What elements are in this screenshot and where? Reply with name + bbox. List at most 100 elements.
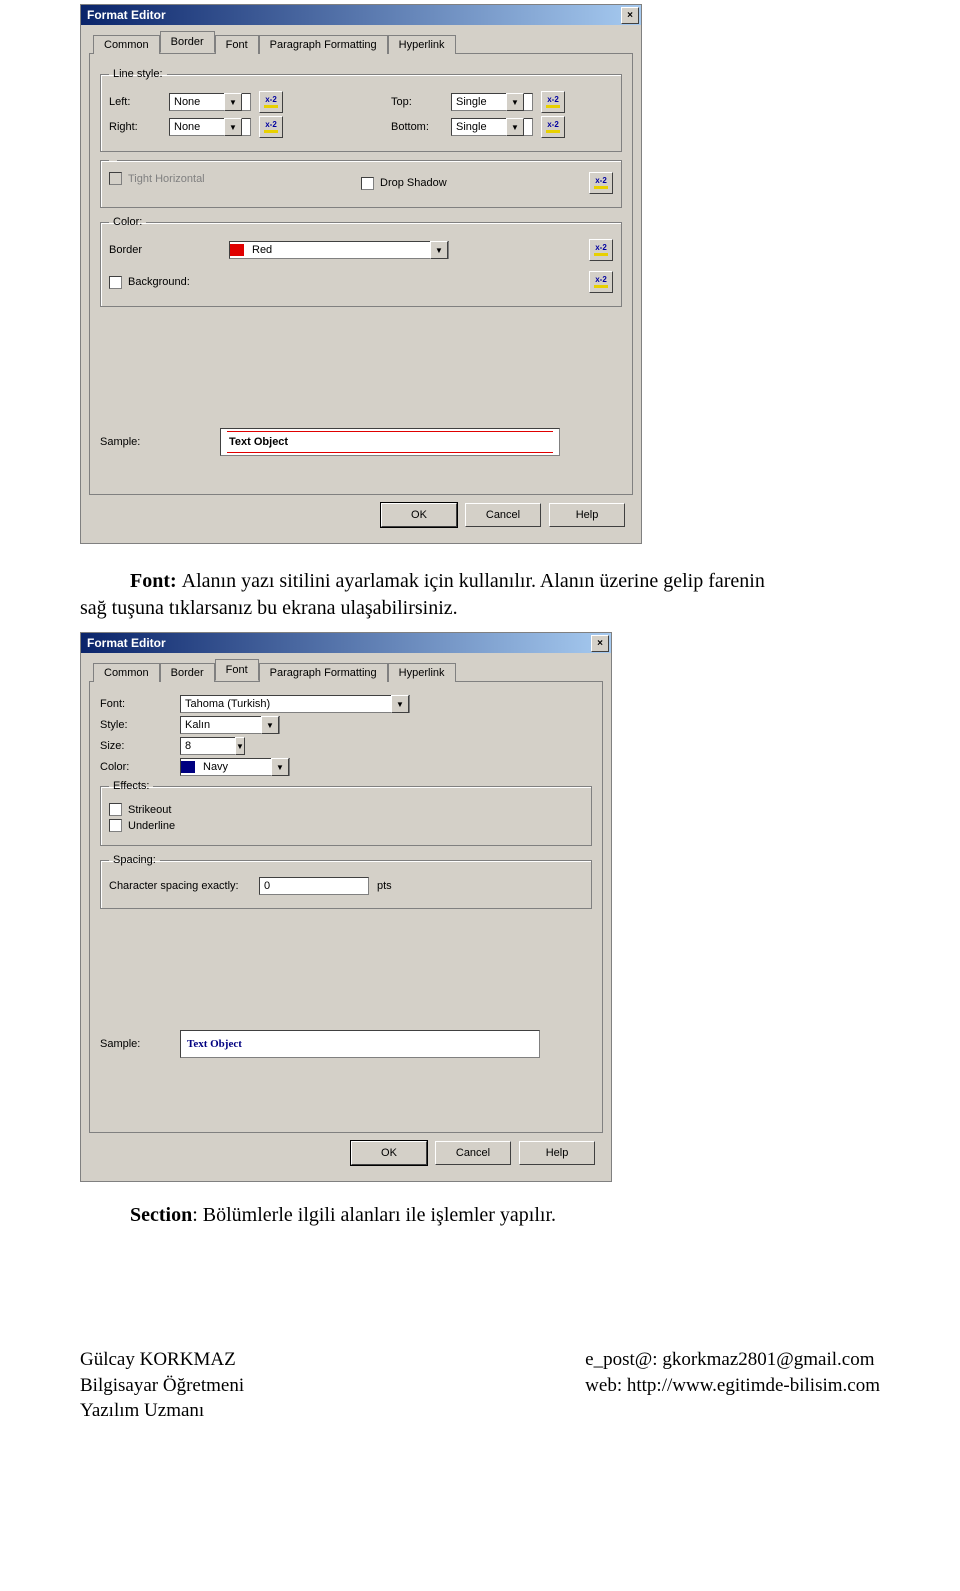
sample-box: Text Object: [180, 1030, 540, 1058]
footer-email-label: e_post@:: [585, 1349, 662, 1370]
doc-paragraph-2: Section: Bölümlerle ilgili alanları ile …: [130, 1204, 880, 1227]
titlebar[interactable]: Format Editor ×: [81, 633, 611, 653]
chevron-down-icon[interactable]: ▼: [506, 93, 524, 111]
tab-paragraph[interactable]: Paragraph Formatting: [259, 663, 388, 682]
chevron-down-icon[interactable]: ▼: [391, 695, 409, 713]
footer-left: Gülcay KORKMAZ Bilgisayar Öğretmeni Yazı…: [80, 1347, 244, 1424]
left-combo[interactable]: None ▼: [169, 93, 251, 111]
tab-paragraph[interactable]: Paragraph Formatting: [259, 35, 388, 54]
tabstrip: Common Border Font Paragraph Formatting …: [89, 659, 603, 682]
window-title: Format Editor: [87, 8, 166, 22]
color-swatch: [181, 761, 195, 773]
size-label: Size:: [100, 740, 180, 752]
tab-common[interactable]: Common: [93, 663, 160, 682]
ok-button[interactable]: OK: [381, 503, 457, 527]
font-combo[interactable]: Tahoma (Turkish) ▼: [180, 695, 410, 713]
tab-common[interactable]: Common: [93, 35, 160, 54]
color-swatch: [230, 244, 244, 256]
formula-button[interactable]: x-2: [589, 271, 613, 293]
close-icon[interactable]: ×: [621, 7, 639, 24]
help-button[interactable]: Help: [549, 503, 625, 527]
font-color-label: Color:: [100, 761, 180, 773]
cancel-button[interactable]: Cancel: [465, 503, 541, 527]
formula-button[interactable]: x-2: [589, 239, 613, 261]
spacing-unit: pts: [377, 880, 392, 892]
top-label: Top:: [391, 96, 451, 108]
linestyle-legend: Line style:: [109, 68, 167, 80]
formula-button[interactable]: x-2: [541, 91, 565, 113]
formula-button[interactable]: x-2: [541, 116, 565, 138]
footer-role: Bilgisayar Öğretmeni: [80, 1373, 244, 1399]
chevron-down-icon[interactable]: ▼: [261, 716, 279, 734]
tab-border[interactable]: Border: [160, 663, 215, 682]
right-combo[interactable]: None ▼: [169, 118, 251, 136]
formula-button[interactable]: x-2: [259, 116, 283, 138]
size-combo[interactable]: 8 ▼: [180, 737, 236, 755]
linestyle-group: Line style: Left: None ▼ x-2: [100, 68, 622, 152]
tabpanel-font: Font: Tahoma (Turkish) ▼ Style: Kalın ▼ …: [89, 682, 603, 1133]
close-icon[interactable]: ×: [591, 635, 609, 652]
underline-label: Underline: [128, 820, 175, 832]
footer-web: http://www.egitimde-bilisim.com: [627, 1375, 880, 1396]
button-row: OK Cancel Help: [89, 495, 633, 535]
tabpanel-border: Line style: Left: None ▼ x-2: [89, 54, 633, 495]
footer-web-label: web:: [585, 1375, 627, 1396]
tab-font[interactable]: Font: [215, 35, 259, 54]
top-combo[interactable]: Single ▼: [451, 93, 533, 111]
spacing-legend: Spacing:: [109, 854, 160, 866]
tight-horizontal-label: Tight Horizontal: [128, 173, 205, 185]
right-label: Right:: [109, 121, 169, 133]
formula-button[interactable]: x-2: [259, 91, 283, 113]
sample-box: Text Object: [220, 428, 560, 456]
titlebar[interactable]: Format Editor ×: [81, 5, 641, 25]
chevron-down-icon[interactable]: ▼: [224, 93, 242, 111]
effects-legend: Effects:: [109, 780, 153, 792]
tab-hyperlink[interactable]: Hyperlink: [388, 663, 456, 682]
tab-hyperlink[interactable]: Hyperlink: [388, 35, 456, 54]
chevron-down-icon[interactable]: ▼: [430, 241, 448, 259]
font-label: Font:: [100, 698, 180, 710]
footer-title: Yazılım Uzmanı: [80, 1398, 244, 1424]
color-legend: Color:: [109, 216, 146, 228]
underline-checkbox[interactable]: [109, 819, 122, 832]
cancel-button[interactable]: Cancel: [435, 1141, 511, 1165]
sample-label: Sample:: [100, 1038, 180, 1050]
background-checkbox[interactable]: [109, 276, 122, 289]
chevron-down-icon[interactable]: ▼: [224, 118, 242, 136]
style-label: Style:: [100, 719, 180, 731]
shadow-group: Tight Horizontal Drop Shadow x-2: [100, 160, 622, 208]
tight-horizontal-checkbox: [109, 172, 122, 185]
chevron-down-icon[interactable]: ▼: [506, 118, 524, 136]
tab-border[interactable]: Border: [160, 31, 215, 53]
help-button[interactable]: Help: [519, 1141, 595, 1165]
strikeout-label: Strikeout: [128, 804, 171, 816]
format-editor-border-dialog: Format Editor × Common Border Font Parag…: [80, 4, 642, 544]
border-color-label: Border: [109, 244, 229, 256]
effects-group: Effects: Strikeout Underline: [100, 780, 592, 846]
tab-font[interactable]: Font: [215, 659, 259, 681]
formula-button[interactable]: x-2: [589, 172, 613, 194]
ok-button[interactable]: OK: [351, 1141, 427, 1165]
sample-text: Text Object: [229, 436, 288, 448]
bottom-combo[interactable]: Single ▼: [451, 118, 533, 136]
strikeout-checkbox[interactable]: [109, 803, 122, 816]
font-color-combo[interactable]: Navy ▼: [180, 758, 290, 776]
footer-email: gkorkmaz2801@gmail.com: [662, 1349, 874, 1370]
spacing-label: Character spacing exactly:: [109, 880, 259, 892]
sample-label: Sample:: [100, 436, 220, 448]
spacing-group: Spacing: Character spacing exactly: 0 pt…: [100, 854, 592, 909]
footer-right: e_post@: gkorkmaz2801@gmail.com web: htt…: [585, 1347, 880, 1424]
window-title: Format Editor: [87, 636, 166, 650]
page-footer: Gülcay KORKMAZ Bilgisayar Öğretmeni Yazı…: [80, 1347, 880, 1424]
chevron-down-icon[interactable]: ▼: [235, 737, 245, 755]
background-label: Background:: [128, 276, 190, 288]
border-color-combo[interactable]: Red ▼: [229, 241, 449, 259]
drop-shadow-checkbox[interactable]: [361, 177, 374, 190]
drop-shadow-label: Drop Shadow: [380, 177, 447, 189]
button-row: OK Cancel Help: [89, 1133, 603, 1173]
color-group: Color: Border Red ▼ x-2 Background:: [100, 216, 622, 307]
chevron-down-icon[interactable]: ▼: [271, 758, 289, 776]
style-combo[interactable]: Kalın ▼: [180, 716, 280, 734]
bottom-label: Bottom:: [391, 121, 451, 133]
spacing-input[interactable]: 0: [259, 877, 369, 895]
